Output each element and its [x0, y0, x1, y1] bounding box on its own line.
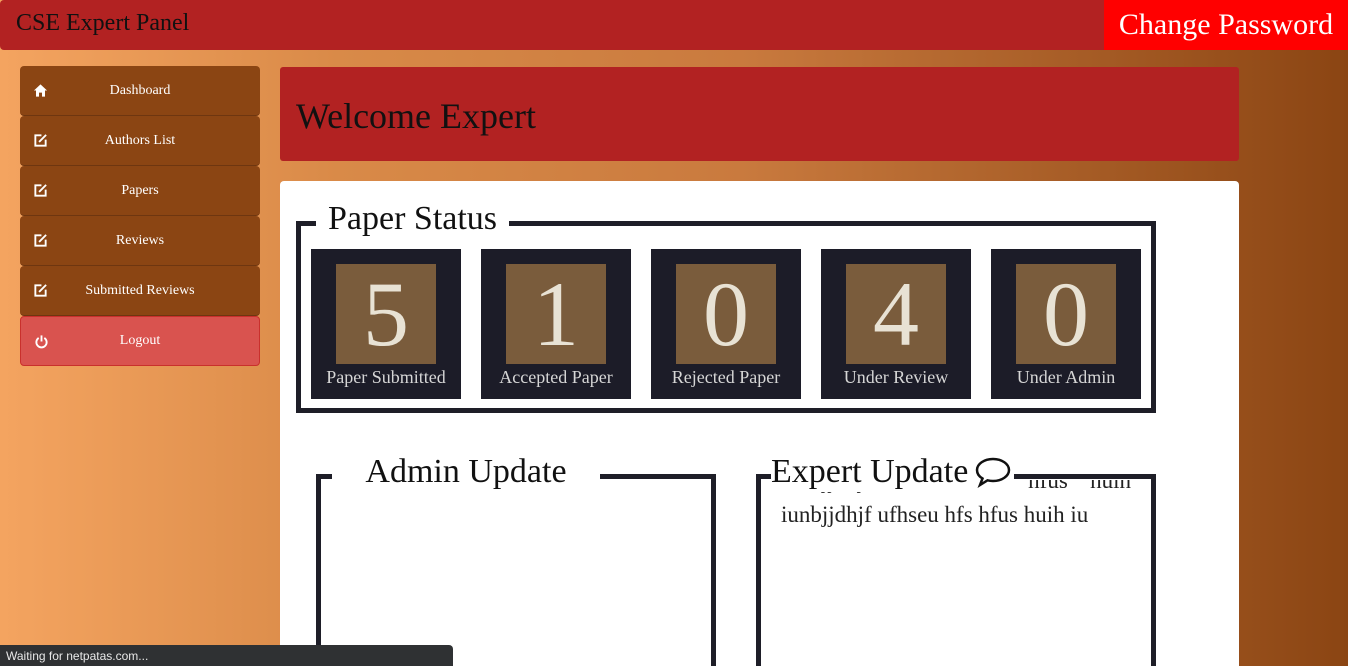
status-card-count: 1	[506, 264, 606, 364]
change-password-button[interactable]: Change Password	[1104, 0, 1348, 50]
expert-update-legend: Expert Update	[771, 452, 1015, 492]
status-card-under-review[interactable]: 4 Under Review	[821, 249, 971, 399]
sidebar-item-label: Logout	[119, 333, 161, 348]
status-card-count: 0	[1016, 264, 1116, 364]
sidebar-item-submitted-reviews[interactable]: Submitted Reviews	[20, 266, 260, 316]
sidebar-item-label: Authors List	[104, 132, 176, 148]
edit-icon	[32, 233, 48, 249]
edit-icon	[32, 133, 48, 149]
status-card-label: Rejected Paper	[671, 367, 781, 387]
sidebar-item-reviews[interactable]: Reviews	[20, 216, 260, 266]
status-card-label: Under Admin	[1016, 367, 1116, 387]
sidebar-item-logout[interactable]: Logout	[20, 316, 260, 366]
edit-icon	[32, 183, 48, 199]
status-card-paper-submitted[interactable]: 5 Paper Submitted	[311, 249, 461, 399]
sidebar-item-label: Papers	[121, 182, 159, 198]
chat-bubble-icon	[974, 456, 1012, 489]
sidebar-item-label: Submitted Reviews	[85, 282, 195, 298]
welcome-panel: Welcome Expert	[280, 67, 1239, 161]
sidebar-item-dashboard[interactable]: Dashboard	[20, 66, 260, 116]
sidebar-item-papers[interactable]: Papers	[20, 166, 260, 216]
status-card-accepted-paper[interactable]: 1 Accepted Paper	[481, 249, 631, 399]
browser-status-bar: Waiting for netpatas.com...	[0, 645, 453, 666]
admin-update-legend: Admin Update	[332, 452, 600, 492]
sidebar-item-label: Dashboard	[109, 82, 171, 98]
sidebar-item-authors-list[interactable]: Authors List	[20, 116, 260, 166]
status-card-label: Paper Submitted	[326, 367, 446, 387]
status-card-label: Under Review	[843, 367, 949, 387]
page-title: Welcome Expert	[296, 96, 536, 136]
brand-title[interactable]: CSE Expert Panel	[16, 10, 189, 37]
power-icon	[33, 333, 49, 349]
home-icon	[32, 83, 48, 99]
status-card-label: Accepted Paper	[499, 367, 613, 387]
status-card-count: 4	[846, 264, 946, 364]
status-card-under-admin[interactable]: 0 Under Admin	[991, 249, 1141, 399]
edit-icon	[32, 283, 48, 299]
status-card-count: 0	[676, 264, 776, 364]
admin-update-fieldset	[316, 474, 716, 666]
status-card-rejected-paper[interactable]: 0 Rejected Paper	[651, 249, 801, 399]
sidebar-item-label: Reviews	[115, 232, 165, 248]
expert-update-title: Expert Update	[771, 453, 969, 490]
status-card-count: 5	[336, 264, 436, 364]
top-navbar: CSE Expert Panel Change Password	[0, 0, 1348, 50]
paper-status-legend: Paper Status	[316, 199, 510, 239]
sidebar: Dashboard Authors List Papers Reviews Su…	[20, 66, 260, 366]
